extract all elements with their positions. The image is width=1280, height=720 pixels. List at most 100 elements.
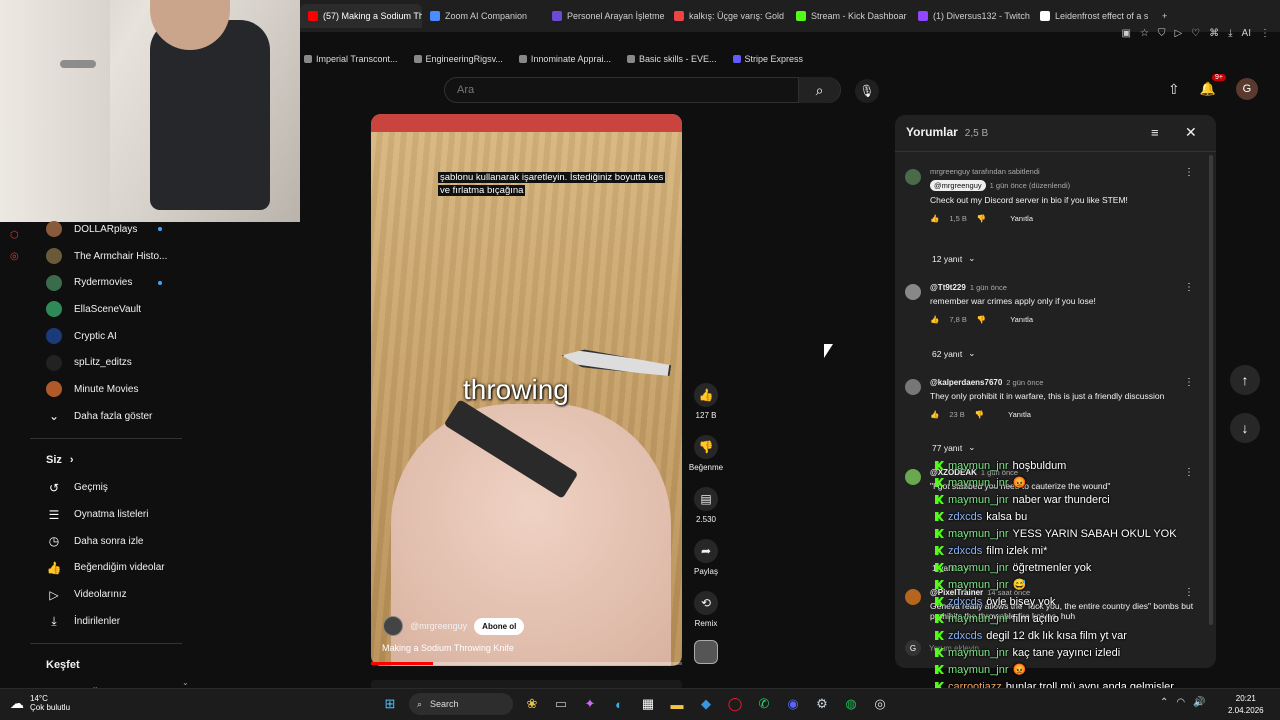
- shield-icon[interactable]: ⛉: [1158, 28, 1166, 39]
- weather-widget[interactable]: ☁ 14°C Çok bulutlu: [10, 694, 70, 712]
- commenter-avatar[interactable]: [905, 284, 921, 300]
- video-progress-bar[interactable]: [371, 662, 682, 665]
- extension-icon[interactable]: ▣: [1122, 28, 1131, 39]
- more-icon[interactable]: ⋮: [1184, 282, 1194, 293]
- edge-icon[interactable]: ◐: [609, 693, 629, 715]
- browser-tab[interactable]: (1) Diversus132 - Twitch: [910, 4, 1032, 28]
- thumbs-down-icon[interactable]: 👎: [977, 214, 986, 223]
- bookmark-item[interactable]: Stripe Express: [732, 54, 803, 64]
- task-view-icon[interactable]: ▭: [551, 693, 571, 715]
- obs-icon[interactable]: ◎: [870, 693, 890, 715]
- like-button[interactable]: 👍: [694, 383, 718, 407]
- comment-author[interactable]: @mrgreenguy: [930, 180, 986, 191]
- account-avatar[interactable]: G: [1235, 78, 1258, 100]
- reply-button[interactable]: Yanıtla: [1010, 214, 1033, 223]
- voice-search-button[interactable]: 🎙: [855, 79, 879, 103]
- browser-tab[interactable]: Zoom AI Companion: [422, 4, 544, 28]
- reply-button[interactable]: Yanıtla: [1010, 315, 1033, 324]
- sound-avatar[interactable]: [694, 640, 718, 664]
- thumbs-down-icon[interactable]: 👎: [977, 315, 986, 324]
- sidebar-subscription[interactable]: Rydermovies: [30, 269, 190, 296]
- discord-icon[interactable]: ◉: [783, 693, 803, 715]
- you-section-header[interactable]: Siz ›: [30, 445, 190, 475]
- thumbs-up-icon[interactable]: 👍: [930, 410, 939, 419]
- commenter-avatar[interactable]: [905, 589, 921, 605]
- comments-button[interactable]: ▤: [694, 487, 718, 511]
- show-more-button[interactable]: ⌄ Daha fazla göster: [30, 403, 190, 430]
- sidebar-item[interactable]: ⤓ İndirilenler: [30, 608, 190, 635]
- puzzle-icon[interactable]: ⌘: [1209, 28, 1219, 39]
- commenter-avatar[interactable]: [905, 469, 921, 485]
- whatsapp-icon[interactable]: ✆: [754, 693, 774, 715]
- sidebar-item[interactable]: ◷ Daha sonra izle: [30, 528, 190, 555]
- browser-tab[interactable]: kalkış: Üçge varış: Gold: [666, 4, 788, 28]
- new-tab-button[interactable]: +: [1154, 4, 1175, 28]
- more-icon[interactable]: ⋮: [1184, 377, 1194, 388]
- replies-toggle[interactable]: 77 yanıt ⌄: [932, 442, 975, 453]
- notifications-icon[interactable]: 🔔: [1200, 81, 1216, 97]
- opera-icon[interactable]: ◯: [725, 693, 745, 715]
- next-short-button[interactable]: ↓: [1230, 413, 1260, 443]
- browser-tab[interactable]: Stream - Kick Dashboar: [788, 4, 910, 28]
- replies-toggle[interactable]: 62 yanıt ⌄: [932, 348, 975, 359]
- menu-icon[interactable]: ⋮: [1260, 28, 1270, 39]
- subscribe-button[interactable]: Abone ol: [474, 617, 525, 635]
- play-icon[interactable]: ▷: [1174, 28, 1182, 39]
- settings-icon[interactable]: ◎: [10, 251, 24, 262]
- sidebar-subscription[interactable]: DOLLARplays: [30, 216, 190, 243]
- share-button[interactable]: ➦: [694, 539, 718, 563]
- store-icon[interactable]: ▦: [638, 693, 658, 715]
- remix-button[interactable]: ⟲: [694, 591, 718, 615]
- wifi-icon[interactable]: ◠: [1176, 697, 1185, 708]
- sidebar-subscription[interactable]: spLitz_editzs: [30, 349, 190, 376]
- sidebar-subscription[interactable]: The Armchair Histo...: [30, 243, 190, 270]
- windows-start-icon[interactable]: ⊞: [380, 693, 400, 715]
- bookmark-icon[interactable]: ☆: [1140, 28, 1149, 39]
- heart-icon[interactable]: ♡: [1191, 28, 1200, 39]
- bookmark-item[interactable]: Basic skills - EVE...: [626, 54, 717, 64]
- thumbs-down-icon[interactable]: 👎: [975, 410, 984, 419]
- video-title[interactable]: Making a Sodium Throwing Knife: [382, 643, 514, 653]
- replies-toggle[interactable]: 12 yanıt ⌄: [932, 253, 975, 264]
- spotify-icon[interactable]: ◍: [841, 693, 861, 715]
- gear-icon[interactable]: ⬡: [10, 230, 24, 241]
- bookmark-item[interactable]: Imperial Transcont...: [304, 54, 398, 64]
- previous-short-button[interactable]: ↑: [1230, 365, 1260, 395]
- sidebar-subscription[interactable]: Cryptic AI: [30, 323, 190, 350]
- reply-button[interactable]: Yanıtla: [1008, 410, 1031, 419]
- copilot-icon[interactable]: ✦: [580, 693, 600, 715]
- sidebar-subscription[interactable]: Minute Movies: [30, 376, 190, 403]
- search-input[interactable]: [445, 84, 798, 96]
- sidebar-item[interactable]: ▷ Videolarınız: [30, 581, 190, 608]
- more-icon[interactable]: ⋮: [1184, 167, 1194, 178]
- steam-icon[interactable]: ⚙: [812, 693, 832, 715]
- browser-tab[interactable]: Leidenfrost effect of a s: [1032, 4, 1154, 28]
- sidebar-item[interactable]: ☰ Oynatma listeleri: [30, 501, 190, 528]
- taskbar-search[interactable]: ⌕ Search: [409, 693, 513, 715]
- sidebar-scroll-down-icon[interactable]: ⌄: [182, 678, 189, 687]
- sidebar-item[interactable]: ↺ Geçmiş: [30, 475, 190, 502]
- download-icon[interactable]: ⤓: [1228, 28, 1232, 39]
- browser-tab[interactable]: Personel Arayan İşletme: [544, 4, 666, 28]
- comment-author[interactable]: @Tt9t229: [930, 283, 966, 292]
- ai-button[interactable]: AI: [1242, 28, 1251, 39]
- bookmark-item[interactable]: Innominate Apprai...: [518, 54, 611, 64]
- browser-tab[interactable]: (57) Making a Sodium Thr: [300, 4, 422, 28]
- widgets-icon[interactable]: ❀: [522, 693, 542, 715]
- sidebar-item[interactable]: 👍 Beğendiğim videolar: [30, 555, 190, 582]
- thumbs-up-icon[interactable]: 👍: [930, 214, 939, 223]
- vscode-icon[interactable]: ◆: [696, 693, 716, 715]
- bookmark-item[interactable]: EngineeringRigsv...: [413, 54, 503, 64]
- dislike-button[interactable]: 👎: [694, 435, 718, 459]
- channel-name[interactable]: @mrgreenguy: [410, 621, 467, 631]
- volume-icon[interactable]: 🔊: [1193, 697, 1205, 708]
- sidebar-subscription[interactable]: EllaSceneVault: [30, 296, 190, 323]
- system-clock[interactable]: 20:21 2.04.2026: [1228, 693, 1264, 717]
- search-button[interactable]: ⌕: [798, 77, 840, 103]
- comment-author[interactable]: @kalperdaens7670: [930, 378, 1002, 387]
- commenter-avatar[interactable]: [905, 169, 921, 185]
- file-explorer-icon[interactable]: ▬: [667, 693, 687, 715]
- channel-avatar[interactable]: [383, 616, 403, 636]
- upload-icon[interactable]: ⇧: [1168, 81, 1180, 98]
- thumbs-up-icon[interactable]: 👍: [930, 315, 939, 324]
